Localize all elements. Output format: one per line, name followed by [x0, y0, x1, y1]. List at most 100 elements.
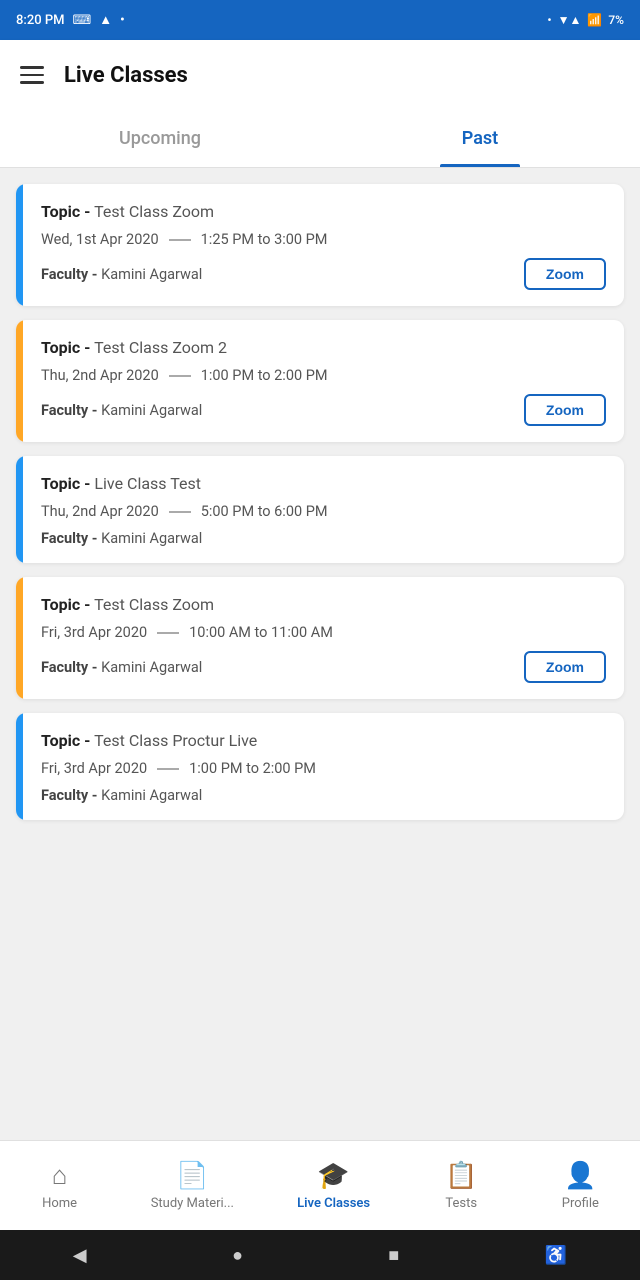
dash-separator [157, 632, 179, 634]
tests-label: Tests [445, 1196, 477, 1211]
topic-label: Topic - [41, 474, 90, 493]
class-date: Fri, 3rd Apr 2020 [41, 624, 147, 641]
status-time: 8:20 PM [16, 13, 65, 28]
status-dot2: • [547, 13, 551, 27]
tab-past[interactable]: Past [320, 110, 640, 167]
faculty-value: Kamini Agarwal [101, 530, 202, 547]
class-card-4: Topic - Test Class Zoom Fri, 3rd Apr 2020… [16, 577, 624, 699]
status-battery: 7% [608, 13, 624, 27]
home-icon: ⌂ [52, 1160, 68, 1191]
status-dot: • [120, 13, 125, 28]
study-icon: 📄 [176, 1161, 208, 1191]
page-title: Live Classes [64, 63, 188, 88]
menu-button[interactable] [20, 66, 44, 84]
card-faculty: Faculty - Kamini Agarwal [41, 530, 202, 547]
topic-value: Test Class Zoom 2 [94, 338, 227, 357]
topic-label: Topic - [41, 338, 90, 357]
status-icon-signal: 📶 [587, 13, 602, 27]
class-card-3: Topic - Live Class Test Thu, 2nd Apr 2020… [16, 456, 624, 563]
status-right: • ▼▲ 📶 7% [547, 13, 624, 27]
status-bar: 8:20 PM ⌨ ▲ • • ▼▲ 📶 7% [0, 0, 640, 40]
status-left: 8:20 PM ⌨ ▲ • [16, 12, 125, 28]
live-classes-label: Live Classes [297, 1196, 370, 1211]
faculty-label: Faculty - [41, 530, 98, 547]
faculty-label: Faculty - [41, 787, 98, 804]
topic-value: Test Class Zoom [94, 202, 214, 221]
card-body: Topic - Live Class Test Thu, 2nd Apr 2020… [23, 456, 624, 563]
zoom-button[interactable]: Zoom [524, 394, 606, 426]
status-icon-keyboard: ⌨ [73, 13, 92, 28]
card-accent [16, 184, 23, 306]
card-footer: Faculty - Kamini Agarwal [41, 787, 606, 804]
class-card-5: Topic - Test Class Proctur LiveFri, 3rd … [16, 713, 624, 820]
profile-label: Profile [562, 1196, 599, 1211]
class-time: 10:00 AM to 11:00 AM [189, 624, 333, 641]
card-body: Topic - Test Class Proctur LiveFri, 3rd … [23, 713, 624, 820]
card-datetime: Wed, 1st Apr 2020 1:25 PM to 3:00 PM [41, 231, 606, 248]
card-faculty: Faculty - Kamini Agarwal [41, 787, 202, 804]
nav-item-home[interactable]: ⌂ Home [20, 1152, 100, 1219]
topic-label: Topic - [41, 202, 90, 221]
card-body: Topic - Test Class Zoom Wed, 1st Apr 2020… [23, 184, 624, 306]
classes-list: Topic - Test Class Zoom Wed, 1st Apr 2020… [0, 168, 640, 1280]
card-footer: Faculty - Kamini Agarwal Zoom [41, 651, 606, 683]
zoom-button[interactable]: Zoom [524, 651, 606, 683]
home-button[interactable]: ● [232, 1245, 243, 1266]
topic-value: Test Class Zoom [94, 595, 214, 614]
faculty-label: Faculty - [41, 266, 98, 283]
faculty-value: Kamini Agarwal [101, 266, 202, 283]
card-body: Topic - Test Class Zoom Fri, 3rd Apr 2020… [23, 577, 624, 699]
topic-label: Topic - [41, 595, 90, 614]
faculty-value: Kamini Agarwal [101, 787, 202, 804]
card-body: Topic - Test Class Zoom 2 Thu, 2nd Apr 20… [23, 320, 624, 442]
card-topic: Topic - Live Class Test [41, 474, 606, 493]
back-button[interactable]: ◀ [73, 1245, 87, 1266]
card-datetime: Thu, 2nd Apr 2020 1:00 PM to 2:00 PM [41, 367, 606, 384]
live-classes-icon: 🎓 [317, 1161, 349, 1191]
zoom-button[interactable]: Zoom [524, 258, 606, 290]
dash-separator [169, 511, 191, 513]
class-time: 1:00 PM to 2:00 PM [201, 367, 328, 384]
card-datetime: Fri, 3rd Apr 2020 10:00 AM to 11:00 AM [41, 624, 606, 641]
topic-value: Test Class Proctur Live [94, 731, 257, 750]
study-label: Study Materi... [151, 1196, 234, 1211]
accessibility-button[interactable]: ♿ [545, 1245, 567, 1266]
card-datetime: Thu, 2nd Apr 2020 5:00 PM to 6:00 PM [41, 503, 606, 520]
card-topic: Topic - Test Class Zoom 2 [41, 338, 606, 357]
class-date: Thu, 2nd Apr 2020 [41, 367, 159, 384]
card-footer: Faculty - Kamini Agarwal [41, 530, 606, 547]
nav-item-live-classes[interactable]: 🎓 Live Classes [285, 1153, 382, 1219]
card-faculty: Faculty - Kamini Agarwal [41, 402, 202, 419]
class-time: 1:00 PM to 2:00 PM [189, 760, 316, 777]
tests-icon: 📋 [445, 1161, 477, 1191]
dash-separator [169, 239, 191, 241]
card-topic: Topic - Test Class Proctur Live [41, 731, 606, 750]
nav-item-study[interactable]: 📄 Study Materi... [139, 1153, 246, 1219]
nav-item-profile[interactable]: 👤 Profile [540, 1153, 620, 1219]
recents-button[interactable]: ■ [388, 1245, 399, 1266]
card-accent [16, 713, 23, 820]
class-date: Wed, 1st Apr 2020 [41, 231, 159, 248]
card-accent [16, 577, 23, 699]
topic-value: Live Class Test [94, 474, 201, 493]
topic-label: Topic - [41, 731, 90, 750]
home-label: Home [42, 1196, 77, 1211]
dash-separator [169, 375, 191, 377]
faculty-label: Faculty - [41, 659, 98, 676]
tabs-bar: Upcoming Past [0, 110, 640, 168]
card-topic: Topic - Test Class Zoom [41, 595, 606, 614]
class-time: 5:00 PM to 6:00 PM [201, 503, 328, 520]
tab-upcoming[interactable]: Upcoming [0, 110, 320, 167]
status-icon-app: ▲ [99, 12, 112, 28]
faculty-value: Kamini Agarwal [101, 659, 202, 676]
faculty-label: Faculty - [41, 402, 98, 419]
class-time: 1:25 PM to 3:00 PM [201, 231, 328, 248]
bottom-nav: ⌂ Home 📄 Study Materi... 🎓 Live Classes 📋 Tests… [0, 1140, 640, 1230]
nav-item-tests[interactable]: 📋 Tests [421, 1153, 501, 1219]
class-card-1: Topic - Test Class Zoom Wed, 1st Apr 2020… [16, 184, 624, 306]
class-date: Thu, 2nd Apr 2020 [41, 503, 159, 520]
profile-icon: 👤 [564, 1161, 596, 1191]
card-accent [16, 456, 23, 563]
status-icon-wifi: ▼▲ [558, 13, 582, 27]
android-nav: ◀ ● ■ ♿ [0, 1230, 640, 1280]
